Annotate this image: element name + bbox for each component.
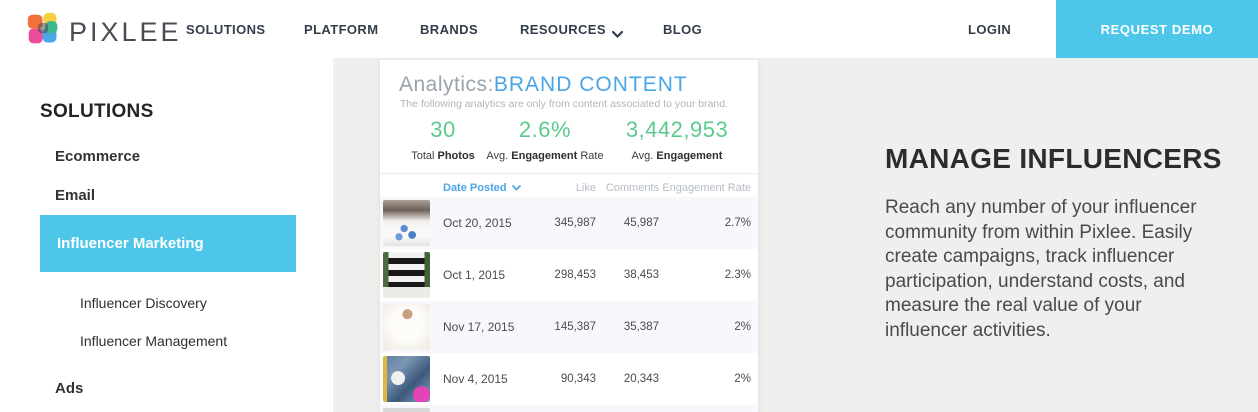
nav-item-platform[interactable]: PLATFORM: [304, 22, 378, 37]
column-header-date-posted[interactable]: Date Posted: [443, 182, 548, 194]
cell-date: Oct 1, 2015: [443, 268, 548, 282]
analytics-card-subtitle: The following analytics are only from co…: [400, 98, 728, 110]
post-thumbnail: [383, 408, 430, 412]
logo-wordmark: PIXLEE: [69, 17, 182, 48]
cell-engagement-rate: 2.7%: [659, 217, 751, 229]
table-row-partial: [380, 405, 758, 412]
post-thumbnail: [383, 200, 430, 246]
cell-date: Oct 20, 2015: [443, 216, 548, 230]
cell-comments: 20,343: [596, 373, 659, 385]
nav-item-blog[interactable]: BLOG: [663, 22, 702, 37]
stat-avg-engagement-rate: 2.6% Avg. Engagement Rate: [475, 117, 615, 162]
stat-avg-engagement-rate-value: 2.6%: [475, 117, 615, 143]
column-header-like: Like: [548, 182, 596, 194]
chevron-down-icon: [612, 26, 623, 33]
pixlee-flower-icon: [25, 11, 62, 53]
cell-likes: 90,343: [548, 373, 596, 385]
cell-comments: 45,987: [596, 217, 659, 229]
column-header-engagement-rate: Engagement Rate: [659, 182, 751, 194]
sidebar-item-ads[interactable]: Ads: [55, 380, 83, 397]
table-row: Oct 20, 2015 345,987 45,987 2.7%: [380, 197, 758, 249]
cell-engagement-rate: 2.3%: [659, 269, 751, 281]
cell-engagement-rate: 2%: [659, 373, 751, 385]
sidebar-active-label: Influencer Marketing: [57, 235, 204, 252]
column-header-comments: Comments: [596, 182, 659, 194]
cell-comments: 35,387: [596, 321, 659, 333]
cell-likes: 145,387: [548, 321, 596, 333]
post-thumbnail: [383, 304, 430, 350]
cell-likes: 345,987: [548, 217, 596, 229]
request-demo-button[interactable]: REQUEST DEMO: [1056, 0, 1258, 58]
analytics-title-highlight: BRAND CONTENT: [494, 73, 688, 96]
page: PIXLEE SOLUTIONS PLATFORM BRANDS RESOURC…: [0, 0, 1258, 412]
top-navigation: PIXLEE SOLUTIONS PLATFORM BRANDS RESOURC…: [0, 0, 1258, 58]
stat-avg-engagement-rate-label: Avg. Engagement Rate: [475, 150, 615, 162]
analytics-card-title: Analytics:BRAND CONTENT: [399, 73, 688, 97]
analytics-card: Analytics:BRAND CONTENT The following an…: [380, 60, 758, 412]
table-row: Nov 4, 2015 90,343 20,343 2%: [380, 353, 758, 405]
sort-chevron-down-icon: [512, 182, 521, 194]
nav-item-resources[interactable]: RESOURCES: [520, 22, 623, 37]
card-divider: [380, 173, 758, 174]
sidebar-item-email[interactable]: Email: [55, 187, 95, 204]
nav-item-solutions[interactable]: SOLUTIONS: [186, 22, 265, 37]
cell-date: Nov 17, 2015: [443, 320, 548, 334]
cell-likes: 298,453: [548, 269, 596, 281]
nav-resources-label: RESOURCES: [520, 22, 606, 37]
analytics-title-prefix: Analytics:: [399, 73, 494, 96]
cell-comments: 38,453: [596, 269, 659, 281]
sidebar-item-influencer-discovery[interactable]: Influencer Discovery: [80, 295, 207, 311]
pixlee-logo[interactable]: PIXLEE: [25, 11, 182, 53]
table-row: Nov 17, 2015 145,387 35,387 2%: [380, 301, 758, 353]
section-body-text: Reach any number of your influencer comm…: [885, 196, 1225, 343]
sidebar-heading: SOLUTIONS: [40, 101, 154, 123]
cell-date: Nov 4, 2015: [443, 372, 548, 386]
nav-item-brands[interactable]: BRANDS: [420, 22, 478, 37]
table-body: Oct 20, 2015 345,987 45,987 2.7% Oct 1, …: [380, 197, 758, 412]
post-thumbnail: [383, 356, 430, 402]
login-link[interactable]: LOGIN: [968, 22, 1011, 37]
stat-avg-engagement: 3,442,953 Avg. Engagement: [602, 117, 752, 162]
stat-avg-engagement-label: Avg. Engagement: [602, 150, 752, 162]
cell-engagement-rate: 2%: [659, 321, 751, 333]
sidebar-item-influencer-marketing[interactable]: Influencer Marketing: [40, 215, 296, 272]
table-header: Date Posted Like Comments Engagement Rat…: [380, 178, 758, 197]
sidebar-item-influencer-management[interactable]: Influencer Management: [80, 333, 227, 349]
sidebar-item-ecommerce[interactable]: Ecommerce: [55, 148, 140, 165]
section-heading: MANAGE INFLUENCERS: [885, 143, 1222, 175]
table-row: Oct 1, 2015 298,453 38,453 2.3%: [380, 249, 758, 301]
stat-avg-engagement-value: 3,442,953: [602, 117, 752, 143]
post-thumbnail: [383, 252, 430, 298]
